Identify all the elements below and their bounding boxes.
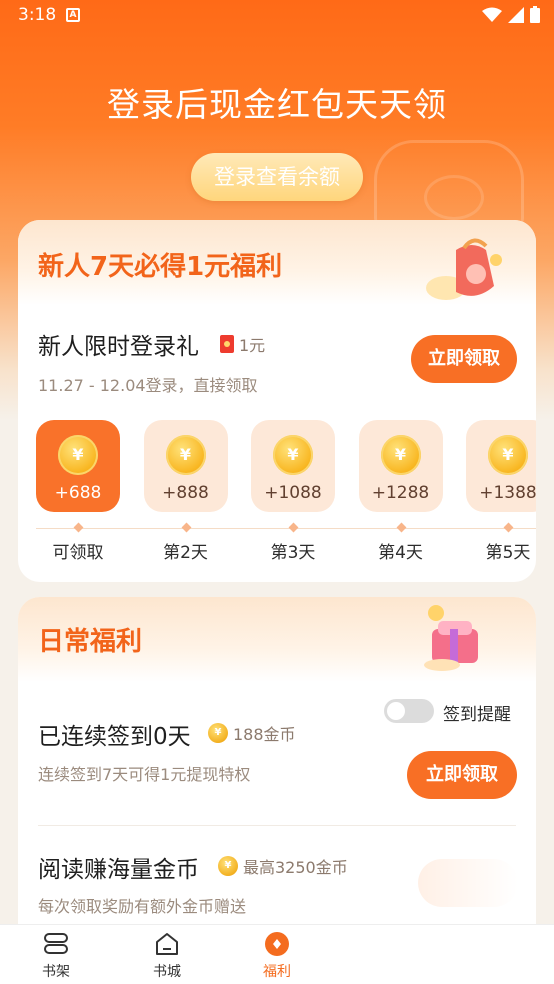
gold-coin-icon: [58, 435, 98, 475]
nav-item-bookshelf[interactable]: 书架: [16, 931, 96, 981]
day-label: 第2天: [163, 543, 208, 563]
day-reward-amount: +688: [54, 483, 102, 503]
read-earn-reward: 最高3250金币: [218, 854, 348, 878]
day-reward-amount: +1288: [371, 483, 430, 503]
seven-day-rewards: +688 可领取 +888 第2天 +1088 第3天 +1288 第4天 +1388 第5天: [36, 420, 536, 570]
checkin-reward: 188金币: [208, 721, 296, 745]
claim-checkin-button[interactable]: 立即领取: [407, 751, 517, 799]
read-earn-reward-value: 最高3250金币: [243, 858, 348, 877]
gold-coin-icon: [218, 856, 238, 876]
red-packet-icon: [220, 335, 234, 353]
wifi-icon: [482, 7, 502, 22]
divider: [38, 825, 516, 826]
checkin-reminder-label: 签到提醒: [443, 705, 511, 725]
checkin-reward-value: 188金币: [233, 725, 296, 744]
day-reward-amount: +888: [162, 483, 209, 503]
read-earn-subtitle: 每次领取奖励有额外金币赠送: [38, 897, 247, 916]
day-label: 第5天: [485, 543, 531, 563]
day-reward-4[interactable]: +1288 第4天: [358, 420, 443, 563]
day-reward-box: +1388: [466, 420, 536, 512]
day-reward-box: +888: [143, 420, 228, 512]
gold-coin-icon: [208, 723, 228, 743]
day-reward-box: +688: [36, 420, 120, 512]
gold-coin-icon: [488, 435, 528, 475]
bookshelf-icon: [44, 933, 68, 954]
day-label: 可领取: [52, 543, 104, 563]
newbie-welfare-card: 新人7天必得1元福利 新人限时登录礼 1元 11.27 - 12.04登录，直接…: [18, 220, 536, 582]
day-reward-amount: +1388: [479, 483, 536, 503]
newbie-card-title: 新人7天必得1元福利: [38, 252, 283, 282]
battery-icon: [530, 6, 540, 23]
checkin-title: 已连续签到0天: [38, 724, 191, 750]
timeline-dot: [503, 522, 514, 533]
login-view-balance-button[interactable]: 登录查看余额: [191, 153, 363, 201]
day-reward-1[interactable]: +688 可领取: [36, 420, 120, 563]
hero-title: 登录后现金红包天天领: [107, 85, 447, 124]
day-reward-box: +1288: [358, 420, 443, 512]
day-reward-5[interactable]: +1388 第5天: [466, 420, 536, 563]
checkin-reminder-toggle[interactable]: [384, 699, 434, 723]
gift-box-illustration: [424, 605, 478, 671]
read-earn-title: 阅读赚海量金币: [38, 857, 199, 883]
timeline-dot: [73, 522, 84, 533]
day-label: 第4天: [378, 543, 423, 563]
nav-label-welfare: 福利: [263, 964, 291, 980]
day-label: 第3天: [270, 543, 316, 563]
status-bar: 3:18 A: [0, 0, 554, 32]
signal-icon: [508, 6, 524, 23]
nav-label-bookstore: 书城: [153, 964, 181, 980]
day-reward-box: +1088: [251, 420, 335, 512]
status-icons: [482, 6, 540, 23]
gold-coin-icon: [273, 435, 313, 475]
bookstore-icon: [156, 933, 178, 955]
nav-item-bookstore[interactable]: 书城: [127, 931, 207, 981]
day-reward-2[interactable]: +888 第2天: [143, 420, 228, 563]
timeline-dot: [181, 522, 191, 533]
timeline-dot: [396, 522, 406, 533]
welfare-icon: [265, 932, 289, 956]
notification-a-icon: A: [66, 8, 80, 22]
daily-card-title: 日常福利: [38, 627, 143, 657]
nav-label-bookshelf: 书架: [42, 964, 70, 980]
day-reward-amount: +1088: [264, 483, 322, 503]
bottom-navigation: 书架 书城 福利: [0, 924, 554, 984]
login-gift-subtitle: 11.27 - 12.04登录，直接领取: [38, 376, 258, 395]
nav-item-welfare[interactable]: 福利: [237, 931, 317, 981]
gold-coin-icon: [165, 435, 206, 475]
login-gift-title: 新人限时登录礼: [38, 334, 199, 360]
day-reward-3[interactable]: +1088 第3天: [251, 420, 335, 563]
lucky-bag-illustration: [426, 238, 502, 300]
claim-login-gift-button[interactable]: 立即领取: [411, 335, 517, 383]
days-timeline: [36, 528, 536, 529]
timeline-dot: [288, 522, 299, 533]
gift-bow-decoration: [424, 175, 484, 220]
gold-coin-icon: [380, 435, 421, 475]
login-gift-reward-value: 1元: [239, 336, 266, 355]
login-gift-reward: 1元: [220, 332, 265, 356]
read-earn-button[interactable]: [418, 859, 518, 907]
checkin-subtitle: 连续签到7天可得1元提现特权: [38, 765, 251, 784]
status-time: 3:18: [18, 5, 57, 25]
